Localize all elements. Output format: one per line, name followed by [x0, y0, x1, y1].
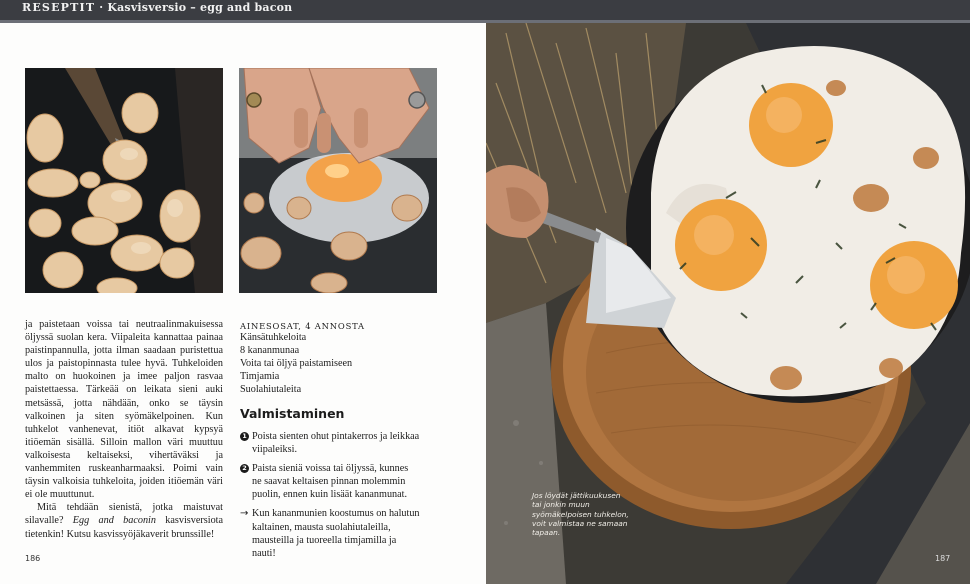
ingredient-item: Suolahiutaleita	[240, 383, 302, 395]
step-number-badge: 2	[240, 464, 249, 474]
method-title: Valmistaminen	[240, 406, 345, 421]
body-paragraph-2-emphasis: Egg and baconin	[72, 515, 156, 527]
chanterelle-frying-icon	[25, 68, 223, 293]
step-number-badge: 1	[240, 432, 249, 441]
page-number-left: 186	[25, 554, 41, 563]
method-step-1: 1 Poista sienten ohut pintakerros ja lei…	[240, 430, 420, 456]
method-steps: 1 Poista sienten ohut pintakerros ja lei…	[240, 430, 420, 566]
method-step-3: → Kun kananmunien koostumus on halutun k…	[240, 507, 420, 559]
step-text: Paista sieniä voissa tai öljyssä, kunnes…	[252, 463, 409, 501]
right-page: Jos löydät jättikuukusen tai jonkin muun…	[486, 23, 970, 584]
ingredients-list: Känsätuhkeloita 8 kananmunaa Voita tai ö…	[240, 332, 440, 397]
body-paragraph-1: ja paistetaan voissa tai neutraalinmakui…	[25, 319, 223, 501]
page-number-right: 187	[935, 554, 951, 563]
header-section: RESEPTIT	[22, 1, 96, 14]
body-text: ja paistetaan voissa tai neutraalinmakui…	[25, 318, 223, 541]
ingredient-item: Timjamia	[240, 370, 280, 382]
left-page: ja paistetaan voissa tai neutraalinmakui…	[0, 23, 486, 584]
ingredient-item: Känsätuhkeloita	[240, 332, 307, 343]
method-step-2: 2 Paista sieniä voissa tai öljyssä, kunn…	[240, 462, 420, 501]
egg-cracking-photo	[239, 68, 437, 293]
egg-cracking-icon	[239, 68, 437, 293]
running-header: RESEPTIT · Kasvisversio – egg and bacon	[22, 1, 292, 14]
ingredients-block: AINESOSAT, 4 ANNOSTA Känsätuhkeloita 8 k…	[240, 321, 440, 397]
header-separator: ·	[99, 1, 104, 14]
header-title: Kasvisversio – egg and bacon	[107, 1, 293, 14]
arrow-right-icon: →	[240, 508, 249, 520]
ingredient-item: Voita tai öljyä paistamiseen	[240, 357, 353, 369]
ingredients-heading: AINESOSAT, 4 ANNOSTA	[240, 321, 365, 331]
ingredient-item: 8 kananmunaa	[240, 344, 300, 356]
body-paragraph-2: Mitä tehdään sienistä, jotka maistuvat s…	[25, 501, 223, 540]
page-header-band: RESEPTIT · Kasvisversio – egg and bacon	[0, 0, 970, 23]
step-text: Poista sienten ohut pintakerros ja leikk…	[252, 431, 420, 456]
step-text: Kun kananmunien koostumus on halutun kal…	[252, 508, 420, 559]
chanterelle-frying-photo	[25, 68, 223, 293]
photo-caption: Jos löydät jättikuukusen tai jonkin muun…	[532, 491, 629, 538]
